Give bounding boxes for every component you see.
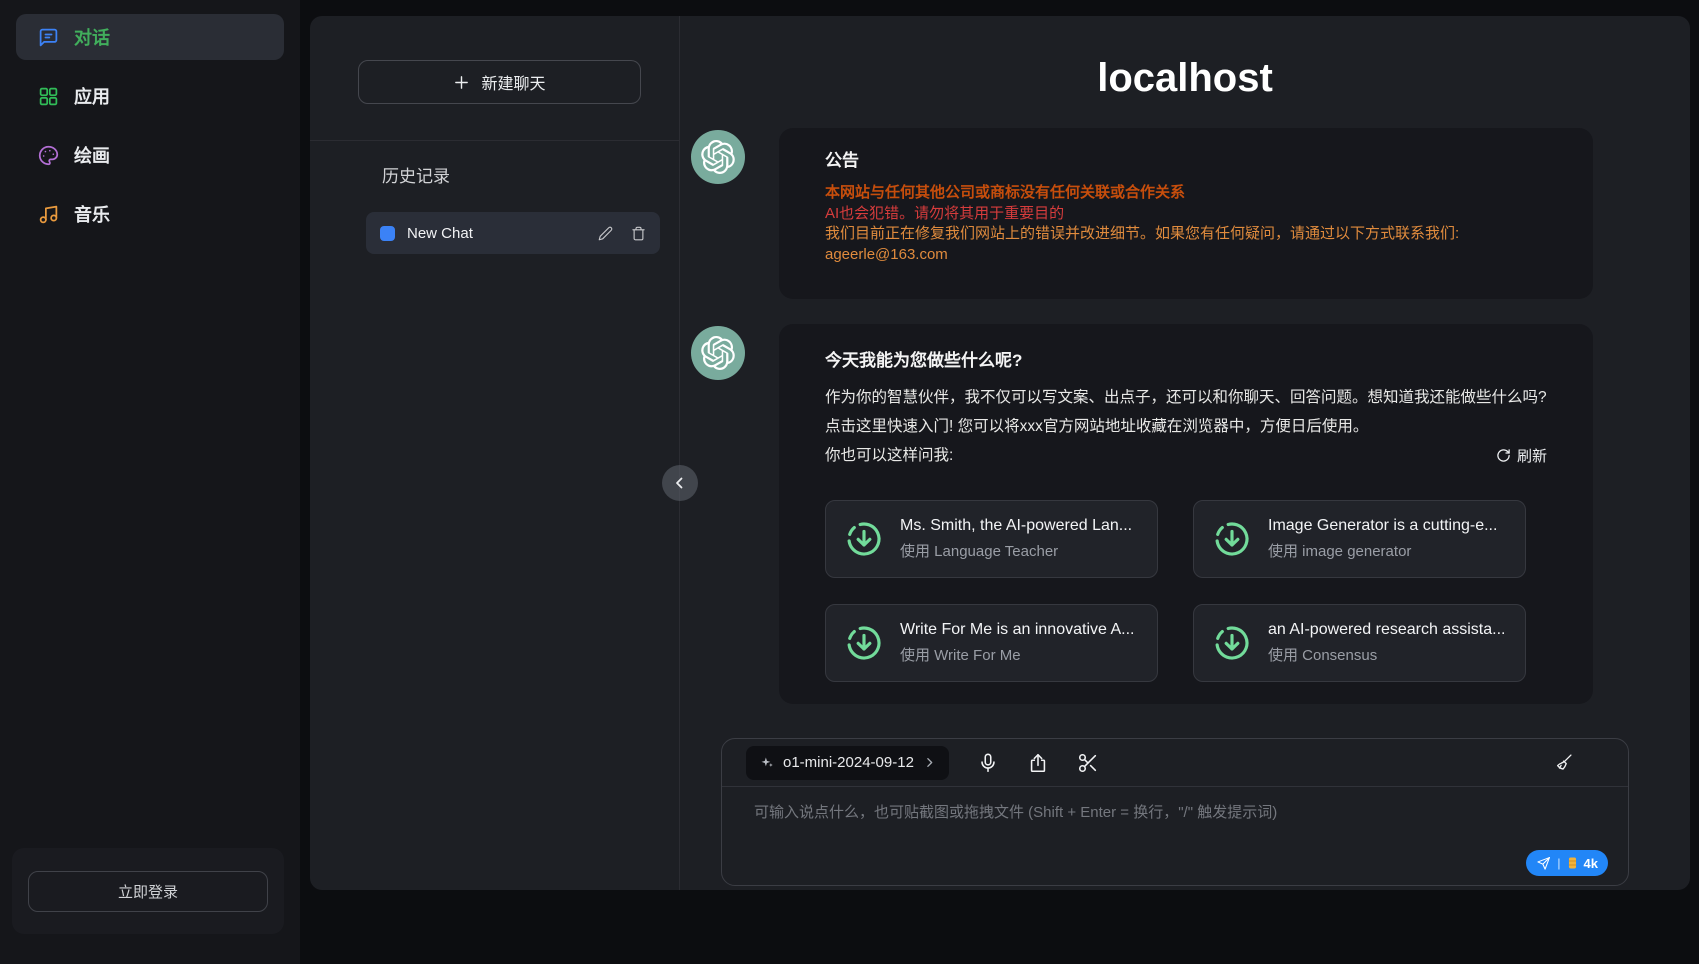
divider: | bbox=[1557, 856, 1560, 870]
apps-grid-icon bbox=[38, 86, 59, 107]
announcement-notice: 本网站与任何其他公司或商标没有任何关联或合作关系 bbox=[825, 183, 1547, 204]
sidebar-item-apps[interactable]: 应用 bbox=[16, 73, 284, 119]
new-chat-button[interactable]: 新建聊天 bbox=[358, 60, 641, 104]
suggestion-title: Ms. Smith, the AI-powered Lan... bbox=[900, 517, 1132, 535]
suggestion-title: Image Generator is a cutting-e... bbox=[1268, 517, 1497, 535]
refresh-suggestions-button[interactable]: 刷新 bbox=[1496, 445, 1547, 466]
sidebar-item-label: 音乐 bbox=[74, 201, 110, 227]
broom-icon bbox=[1553, 752, 1574, 773]
login-card: 立即登录 bbox=[12, 848, 284, 934]
suggestion-title: an AI-powered research assista... bbox=[1268, 621, 1505, 639]
voice-input-button[interactable] bbox=[977, 752, 999, 774]
welcome-bubble: 今天我能为您做些什么呢? 作为你的智慧伙伴，我不仅可以写文案、出点子，还可以和你… bbox=[779, 324, 1593, 704]
chevron-right-icon bbox=[923, 756, 936, 769]
login-button[interactable]: 立即登录 bbox=[28, 871, 268, 912]
arrow-down-circle-icon bbox=[1212, 519, 1252, 559]
screenshot-cut-button[interactable] bbox=[1077, 752, 1099, 774]
sidebar-item-label: 应用 bbox=[74, 83, 110, 109]
chat-item-icon bbox=[380, 226, 395, 241]
arrow-down-circle-icon bbox=[844, 519, 884, 559]
announcement-warning: AI也会犯错。请勿将其用于重要目的 bbox=[825, 204, 1547, 225]
scissors-icon bbox=[1077, 752, 1099, 774]
suggestion-grid: Ms. Smith, the AI-powered Lan... 使用 Lang… bbox=[825, 500, 1547, 682]
sidebar-item-chat[interactable]: 对话 bbox=[16, 14, 284, 60]
pencil-icon bbox=[598, 226, 613, 241]
history-heading: 历史记录 bbox=[382, 162, 450, 187]
token-coin-icon bbox=[1567, 856, 1578, 870]
collapse-sidebar-button[interactable] bbox=[662, 465, 698, 501]
announcement-bubble: 公告 本网站与任何其他公司或商标没有任何关联或合作关系 AI也会犯错。请勿将其用… bbox=[779, 128, 1593, 299]
openai-logo-icon bbox=[701, 140, 735, 174]
composer-toolbar: o1-mini-2024-09-12 bbox=[722, 739, 1628, 787]
sidebar: 对话 应用 绘画 音乐 立即登录 bbox=[0, 0, 300, 964]
composer: o1-mini-2024-09-12 bbox=[721, 738, 1629, 886]
chat-bubble-icon bbox=[38, 27, 59, 48]
clear-context-button[interactable] bbox=[1553, 752, 1574, 773]
suggestion-subtitle: 使用 image generator bbox=[1268, 540, 1497, 561]
send-button[interactable]: | 4k bbox=[1526, 850, 1608, 876]
workspace: 新建聊天 历史记录 New Chat bbox=[310, 16, 1690, 890]
suggestion-title: Write For Me is an innovative A... bbox=[900, 621, 1134, 639]
plus-icon bbox=[453, 74, 470, 91]
welcome-body: 作为你的智慧伙伴，我不仅可以写文案、出点子，还可以和你聊天、回答问题。想知道我还… bbox=[825, 383, 1547, 441]
contact-email: ageerle@163.com bbox=[825, 245, 1547, 266]
refresh-icon bbox=[1496, 448, 1511, 463]
edit-chat-button[interactable] bbox=[598, 226, 613, 241]
welcome-heading: 今天我能为您做些什么呢? bbox=[825, 348, 1547, 374]
history-item[interactable]: New Chat bbox=[366, 212, 660, 254]
suggestion-card[interactable]: an AI-powered research assista... 使用 Con… bbox=[1193, 604, 1526, 682]
assistant-avatar bbox=[691, 326, 745, 380]
palette-icon bbox=[38, 145, 59, 166]
announcement-heading: 公告 bbox=[825, 148, 1547, 174]
chat-list-panel: 新建聊天 历史记录 New Chat bbox=[310, 16, 680, 890]
music-note-icon bbox=[38, 204, 59, 225]
suggestion-subtitle: 使用 Language Teacher bbox=[900, 540, 1132, 561]
model-label: o1-mini-2024-09-12 bbox=[783, 754, 914, 771]
suggestion-card[interactable]: Image Generator is a cutting-e... 使用 ima… bbox=[1193, 500, 1526, 578]
upload-file-button[interactable] bbox=[1027, 752, 1049, 774]
sidebar-item-label: 对话 bbox=[74, 24, 110, 50]
sparkle-icon bbox=[759, 755, 774, 770]
assistant-message-welcome: 今天我能为您做些什么呢? 作为你的智慧伙伴，我不仅可以写文案、出点子，还可以和你… bbox=[691, 324, 1593, 704]
suggestion-card[interactable]: Ms. Smith, the AI-powered Lan... 使用 Lang… bbox=[825, 500, 1158, 578]
arrow-down-circle-icon bbox=[1212, 623, 1252, 663]
sidebar-item-label: 绘画 bbox=[74, 142, 110, 168]
upload-icon bbox=[1027, 752, 1049, 774]
model-selector[interactable]: o1-mini-2024-09-12 bbox=[746, 746, 949, 780]
trash-icon bbox=[631, 226, 646, 241]
ask-hint: 你也可以这样问我: bbox=[825, 441, 953, 470]
assistant-avatar bbox=[691, 130, 745, 184]
page-title: localhost bbox=[680, 56, 1690, 101]
arrow-down-circle-icon bbox=[844, 623, 884, 663]
paper-plane-icon bbox=[1536, 856, 1551, 871]
app-root: 对话 应用 绘画 音乐 立即登录 bbox=[0, 0, 1699, 964]
openai-logo-icon bbox=[701, 336, 735, 370]
microphone-icon bbox=[977, 752, 999, 774]
chat-main: localhost 公告 本网站与任何其他公司或商标没有任何关联或合作关系 AI… bbox=[680, 16, 1690, 890]
chevron-left-icon bbox=[671, 474, 689, 492]
delete-chat-button[interactable] bbox=[631, 226, 646, 241]
suggestion-subtitle: 使用 Consensus bbox=[1268, 644, 1505, 665]
message-input[interactable] bbox=[754, 801, 1596, 861]
composer-input-area: | 4k bbox=[722, 787, 1628, 885]
sidebar-item-paint[interactable]: 绘画 bbox=[16, 132, 284, 178]
sidebar-item-music[interactable]: 音乐 bbox=[16, 191, 284, 237]
suggestion-card[interactable]: Write For Me is an innovative A... 使用 Wr… bbox=[825, 604, 1158, 682]
suggestion-subtitle: 使用 Write For Me bbox=[900, 644, 1134, 665]
announcement-contact: 我们目前正在修复我们网站上的错误并改进细节。如果您有任何疑问，请通过以下方式联系… bbox=[825, 224, 1547, 245]
divider bbox=[310, 140, 679, 141]
token-badge: 4k bbox=[1584, 856, 1598, 871]
assistant-message-announcement: 公告 本网站与任何其他公司或商标没有任何关联或合作关系 AI也会犯错。请勿将其用… bbox=[691, 128, 1593, 299]
history-item-title: New Chat bbox=[407, 225, 580, 242]
